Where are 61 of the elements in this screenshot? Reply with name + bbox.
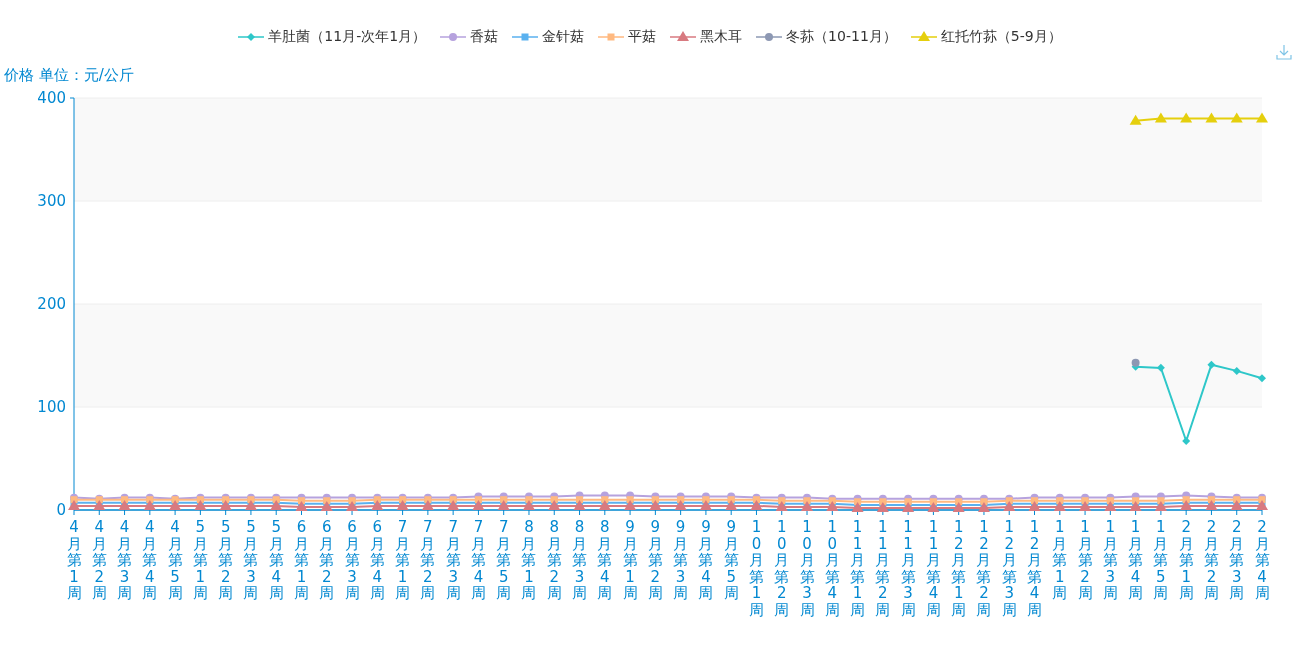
x-tick-label: 4月第3周	[117, 518, 133, 602]
x-tick-label: 2月第3周	[1229, 518, 1245, 602]
x-tick-label: 4月第1周	[66, 518, 82, 602]
x-tick-label: 5月第2周	[218, 518, 234, 602]
x-tick-label: 1月第1周	[1052, 518, 1068, 602]
x-tick-label: 1月第4周	[1128, 518, 1144, 602]
legend-item[interactable]: 黑木耳	[670, 28, 743, 46]
y-tick-label: 400	[37, 89, 66, 107]
x-tick-label: 5月第4周	[268, 518, 284, 602]
x-tick-label: 6月第4周	[369, 518, 385, 602]
x-tick-label: 9月第1周	[622, 518, 638, 602]
x-tick-label: 9月第4周	[698, 518, 714, 602]
x-tick-label: 1月第5周	[1153, 518, 1169, 602]
x-tick-label: 8月第3周	[572, 518, 588, 602]
x-tick-label: 12月第2周	[976, 518, 992, 619]
x-tick-label: 10月第3周	[799, 518, 815, 619]
x-tick-label: 7月第3周	[445, 518, 461, 602]
x-tick-label: 7月第1周	[395, 518, 411, 602]
y-tick-label: 300	[37, 192, 66, 210]
legend-item[interactable]: 羊肚菌（11月-次年1月）	[238, 28, 427, 46]
y-tick-label: 200	[37, 295, 66, 313]
legend-item[interactable]: 金针菇	[512, 28, 585, 46]
legend-item[interactable]: 红托竹荪（5-9月）	[910, 28, 1062, 46]
x-tick-label: 12月第1周	[951, 518, 967, 619]
x-tick-label: 12月第3周	[1001, 518, 1017, 619]
x-tick-label: 11月第2周	[875, 518, 891, 619]
y-axis-title: 价格 单位：元/公斤	[4, 66, 134, 84]
x-tick-label: 1月第2周	[1077, 518, 1093, 602]
x-tick-label: 2月第2周	[1203, 518, 1219, 602]
x-tick-label: 2月第4周	[1254, 518, 1270, 602]
x-tick-label: 7月第4周	[470, 518, 486, 602]
x-tick-label: 8月第1周	[521, 518, 537, 602]
x-tick-label: 11月第4周	[925, 518, 941, 619]
x-tick-label: 1月第3周	[1102, 518, 1118, 602]
legend-item[interactable]: 冬荪（10-11月）	[756, 28, 897, 46]
x-tick-label: 9月第2周	[647, 518, 663, 602]
x-tick-label: 11月第1周	[850, 518, 866, 619]
x-tick-label: 4月第2周	[91, 518, 107, 602]
y-tick-label: 0	[56, 501, 66, 519]
x-tick-label: 8月第4周	[597, 518, 613, 602]
x-tick-label: 10月第2周	[774, 518, 790, 619]
x-tick-label: 6月第2周	[319, 518, 335, 602]
x-tick-label: 11月第3周	[900, 518, 916, 619]
x-tick-label: 7月第5周	[496, 518, 512, 602]
x-tick-label: 2月第1周	[1178, 518, 1194, 602]
legend-item[interactable]: 香菇	[440, 28, 499, 46]
x-tick-label: 10月第4周	[824, 518, 840, 619]
x-tick-label: 4月第5周	[167, 518, 183, 602]
y-tick-label: 100	[37, 398, 66, 416]
x-tick-label: 9月第3周	[673, 518, 689, 602]
x-tick-label: 5月第1周	[192, 518, 208, 602]
x-tick-label: 6月第3周	[344, 518, 360, 602]
x-tick-label: 5月第3周	[243, 518, 259, 602]
x-tick-label: 8月第2周	[546, 518, 562, 602]
x-tick-label: 12月第4周	[1027, 518, 1042, 619]
x-tick-label: 9月第5周	[723, 518, 739, 602]
legend-item[interactable]: 平菇	[598, 28, 657, 46]
x-tick-label: 4月第4周	[142, 518, 158, 602]
x-tick-label: 6月第1周	[294, 518, 309, 602]
x-tick-label: 10月第1周	[748, 518, 764, 619]
x-tick-label: 7月第2周	[420, 518, 436, 602]
